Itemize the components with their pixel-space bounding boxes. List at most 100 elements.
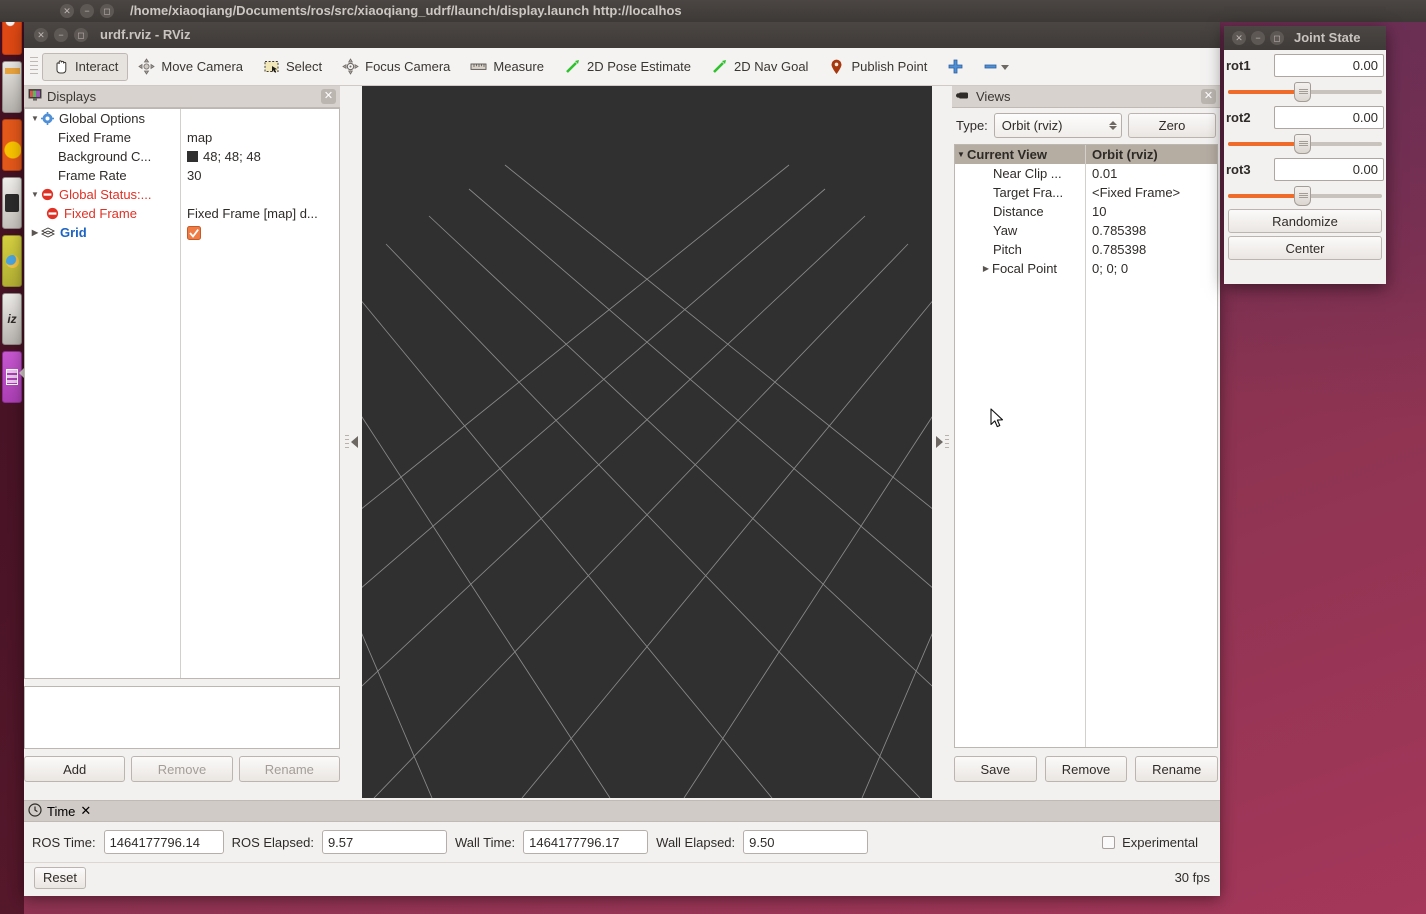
- wall-elapsed-field[interactable]: 9.50: [743, 830, 869, 854]
- expander-icon[interactable]: ▼: [29, 190, 41, 199]
- time-close-icon[interactable]: ✕: [80, 803, 91, 819]
- views-row-target-frame[interactable]: Target Fra...: [955, 183, 1085, 202]
- minimize-icon[interactable]: −: [80, 4, 94, 18]
- slider-knob[interactable]: [1293, 186, 1311, 206]
- views-row-distance[interactable]: Distance: [955, 202, 1085, 221]
- launcher-item-terminal[interactable]: [0, 174, 24, 232]
- jsp-window-buttons[interactable]: ✕ − ◻: [1232, 31, 1284, 45]
- top-panel-window-buttons[interactable]: ✕ − ◻: [60, 4, 114, 18]
- rviz-maximize-icon[interactable]: ◻: [74, 28, 88, 42]
- views-row-pitch[interactable]: Pitch: [955, 240, 1085, 259]
- displays-tree-names: ▼ Global Options Fixed Frame Background …: [25, 109, 181, 678]
- rename-display-button[interactable]: Rename: [238, 756, 340, 782]
- collapse-left-arrow-icon[interactable]: [350, 436, 358, 448]
- joint-slider-rot2[interactable]: [1226, 132, 1384, 154]
- left-splitter[interactable]: [341, 86, 361, 798]
- launcher-item-image-viewer[interactable]: [0, 232, 24, 290]
- collapse-right-arrow-icon[interactable]: [935, 436, 943, 448]
- add-tool-button[interactable]: [937, 53, 974, 81]
- tool-2d-pose-estimate[interactable]: 2D Pose Estimate: [554, 53, 701, 81]
- slider-knob[interactable]: [1293, 134, 1311, 154]
- displays-close-icon[interactable]: ✕: [321, 89, 336, 104]
- joint-slider-rot1[interactable]: [1226, 80, 1384, 102]
- expander-icon[interactable]: ▶: [29, 228, 41, 237]
- joint-value-rot2[interactable]: 0.00: [1274, 106, 1384, 129]
- tool-focus-camera[interactable]: Focus Camera: [332, 53, 460, 81]
- ros-elapsed-field[interactable]: 9.57: [321, 830, 447, 854]
- slider-knob[interactable]: [1293, 82, 1311, 102]
- tree-row-global-status[interactable]: ▼ Global Status:...: [25, 185, 180, 204]
- view-type-select[interactable]: Orbit (rviz): [993, 112, 1122, 138]
- rviz-window-buttons[interactable]: ✕ − ◻: [34, 28, 88, 42]
- splitter-grip[interactable]: [944, 435, 949, 449]
- 3d-viewport[interactable]: [362, 86, 932, 798]
- remove-display-button[interactable]: Remove: [131, 756, 233, 782]
- zero-view-button[interactable]: Zero: [1128, 112, 1216, 138]
- joint-value-rot3[interactable]: 0.00: [1274, 158, 1384, 181]
- unity-launcher[interactable]: iz: [0, 0, 24, 914]
- views-close-icon[interactable]: ✕: [1201, 89, 1216, 104]
- launcher-item-rviz[interactable]: iz: [0, 290, 24, 348]
- experimental-checkbox[interactable]: [1102, 835, 1116, 849]
- remove-tool-button[interactable]: [974, 53, 1020, 81]
- rviz-minimize-icon[interactable]: −: [54, 28, 68, 42]
- tool-interact[interactable]: Interact: [42, 52, 129, 81]
- tool-move-camera[interactable]: Move Camera: [128, 53, 253, 81]
- ros-time-field[interactable]: 1464177796.14: [103, 830, 224, 854]
- jsp-close-icon[interactable]: ✕: [1232, 31, 1246, 45]
- remove-view-button[interactable]: Remove: [1044, 756, 1128, 782]
- views-value-target-frame[interactable]: <Fixed Frame>: [1086, 183, 1217, 202]
- views-row-near-clip[interactable]: Near Clip ...: [955, 164, 1085, 183]
- views-value-near-clip[interactable]: 0.01: [1086, 164, 1217, 183]
- tree-value-background-color[interactable]: 48; 48; 48: [181, 147, 339, 166]
- jsp-minimize-icon[interactable]: −: [1251, 31, 1265, 45]
- tool-select[interactable]: Select: [253, 53, 332, 81]
- tool-publish-point[interactable]: Publish Point: [818, 53, 937, 81]
- expander-icon[interactable]: ▶: [980, 264, 992, 273]
- views-value-yaw[interactable]: 0.785398: [1086, 221, 1217, 240]
- tree-row-frame-rate[interactable]: Frame Rate: [25, 166, 180, 185]
- tree-value-frame-rate[interactable]: 30: [181, 166, 339, 185]
- reset-button[interactable]: Reset: [34, 866, 86, 889]
- joint-slider-rot3[interactable]: [1226, 184, 1384, 206]
- expander-icon[interactable]: ▼: [955, 150, 967, 159]
- rename-view-button[interactable]: Rename: [1135, 756, 1219, 782]
- save-view-button[interactable]: Save: [954, 756, 1037, 782]
- views-value-pitch[interactable]: 0.785398: [1086, 240, 1217, 259]
- tree-row-fixed-frame[interactable]: Fixed Frame: [25, 128, 180, 147]
- toolbar-grip[interactable]: [30, 56, 38, 77]
- expander-icon[interactable]: ▼: [29, 114, 41, 123]
- grid-enabled-checkbox[interactable]: [181, 223, 339, 242]
- spinner-icon[interactable]: [1109, 120, 1117, 130]
- views-tree[interactable]: ▼ Current View Near Clip ... Target Fra.…: [954, 144, 1218, 748]
- tree-row-grid[interactable]: ▶ Grid: [25, 223, 180, 242]
- tree-row-background-color[interactable]: Background C...: [25, 147, 180, 166]
- jsp-maximize-icon[interactable]: ◻: [1270, 31, 1284, 45]
- launcher-item-firefox[interactable]: [0, 116, 24, 174]
- joint-value-rot1[interactable]: 0.00: [1274, 54, 1384, 77]
- center-button[interactable]: Center: [1228, 236, 1382, 260]
- views-value-focal-point[interactable]: 0; 0; 0: [1086, 259, 1217, 278]
- launcher-item-files[interactable]: [0, 58, 24, 116]
- rviz-close-icon[interactable]: ✕: [34, 28, 48, 42]
- chevron-down-icon[interactable]: [1000, 58, 1010, 75]
- rviz-window: ✕ − ◻ urdf.rviz - RViz Interact Move Cam…: [24, 22, 1220, 896]
- experimental-toggle[interactable]: Experimental: [1102, 835, 1212, 850]
- close-icon[interactable]: ✕: [60, 4, 74, 18]
- add-display-button[interactable]: Add: [24, 756, 126, 782]
- tree-label: Frame Rate: [58, 168, 127, 183]
- views-row-focal-point[interactable]: ▶ Focal Point: [955, 259, 1085, 278]
- views-value-distance[interactable]: 10: [1086, 202, 1217, 221]
- maximize-icon[interactable]: ◻: [100, 4, 114, 18]
- wall-time-field[interactable]: 1464177796.17: [523, 830, 649, 854]
- tree-row-global-options[interactable]: ▼ Global Options: [25, 109, 180, 128]
- splitter-grip[interactable]: [344, 435, 349, 449]
- randomize-button[interactable]: Randomize: [1228, 209, 1382, 233]
- displays-tree[interactable]: ▼ Global Options Fixed Frame Background …: [24, 108, 340, 679]
- tool-2d-nav-goal[interactable]: 2D Nav Goal: [701, 53, 818, 81]
- tool-measure[interactable]: Measure: [460, 53, 554, 81]
- tree-row-status-fixed-frame[interactable]: Fixed Frame: [25, 204, 180, 223]
- tree-value-fixed-frame[interactable]: map: [181, 128, 339, 147]
- right-splitter[interactable]: [932, 86, 952, 798]
- views-row-yaw[interactable]: Yaw: [955, 221, 1085, 240]
